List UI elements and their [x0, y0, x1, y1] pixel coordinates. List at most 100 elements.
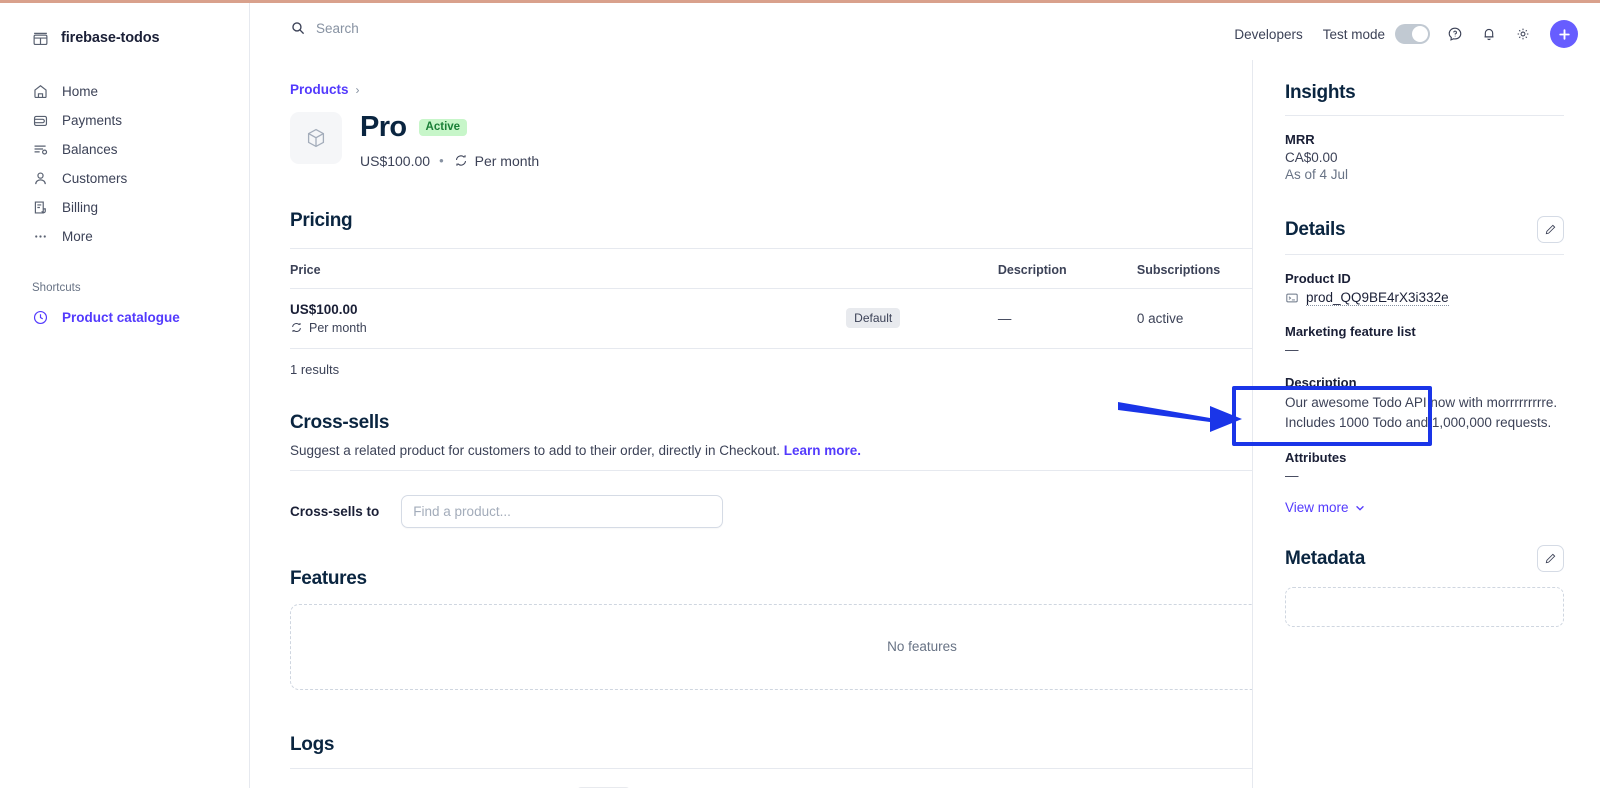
marketing-feature-list-label: Marketing feature list [1285, 324, 1564, 339]
attributes-value: — [1285, 468, 1564, 483]
row-price-amount: US$100.00 [290, 302, 846, 317]
edit-metadata-button[interactable] [1537, 545, 1564, 572]
insights-title: Insights [1285, 82, 1355, 104]
wallet-icon [32, 112, 49, 129]
col-price: Price [290, 249, 846, 289]
insights-divider [1285, 115, 1564, 116]
sidebar-item-label: Balances [62, 142, 118, 157]
product-id-value[interactable]: prod_QQ9BE4rX3i332e [1306, 290, 1449, 306]
sidebar-item-balances[interactable]: Balances [0, 135, 249, 164]
description-label: Description [1285, 375, 1564, 390]
sidebar-item-payments[interactable]: Payments [0, 106, 249, 135]
right-sidebar: Insights MRR CA$0.00 As of 4 Jul Details… [1252, 60, 1600, 788]
test-mode-toggle[interactable] [1395, 24, 1430, 44]
product-subtitle: US$100.00 • Per month [360, 153, 539, 169]
sidebar-item-label: Home [62, 84, 98, 99]
marketing-feature-list-value: — [1285, 342, 1564, 357]
metadata-header: Metadata [1285, 545, 1564, 572]
brand-name: firebase-todos [61, 30, 160, 46]
product-id-field[interactable]: Product ID prod_QQ9BE4rX3i332e [1285, 271, 1564, 306]
mrr-value: CA$0.00 [1285, 150, 1564, 165]
sidebar-item-label: Customers [62, 171, 127, 186]
breadcrumb-separator: › [356, 83, 360, 97]
marketing-feature-list-field: Marketing feature list — [1285, 324, 1564, 357]
mrr-label: MRR [1285, 132, 1564, 147]
store-icon [32, 30, 49, 47]
developers-link[interactable]: Developers [1220, 27, 1316, 42]
clock-icon [32, 309, 49, 326]
bell-icon[interactable] [1472, 17, 1506, 51]
details-header: Details [1285, 216, 1564, 243]
sidebar-item-label: Payments [62, 113, 122, 128]
default-badge: Default [846, 308, 900, 328]
mrr-block: MRR CA$0.00 As of 4 Jul [1285, 132, 1564, 182]
person-icon [32, 170, 49, 187]
col-badge [846, 249, 998, 289]
test-mode-control[interactable]: Test mode [1317, 24, 1438, 44]
sidebar-item-more[interactable]: More [0, 222, 249, 251]
shortcuts-heading: Shortcuts [0, 282, 249, 294]
pencil-icon [1544, 552, 1557, 565]
page-title: Pro [360, 112, 407, 144]
edit-details-button[interactable] [1537, 216, 1564, 243]
cell-default-badge: Default [846, 288, 998, 348]
sidebar-item-billing[interactable]: Billing [0, 193, 249, 222]
sidebar-shortcut-product-catalogue[interactable]: Product catalogue [0, 303, 249, 332]
attributes-field: Attributes — [1285, 450, 1564, 483]
header-actions: Developers Test mode [1220, 17, 1578, 51]
chevron-down-icon [1354, 502, 1366, 514]
sidebar-item-customers[interactable]: Customers [0, 164, 249, 193]
product-price: US$100.00 [360, 153, 430, 169]
home-icon [32, 83, 49, 100]
search-placeholder: Search [316, 21, 359, 36]
cross-sells-product-input[interactable] [401, 495, 723, 528]
cross-sells-description-text: Suggest a related product for customers … [290, 443, 780, 458]
view-more-button[interactable]: View more [1285, 500, 1564, 515]
recurring-icon [453, 153, 469, 168]
sidebar-nav: Home Payments Balances [0, 77, 249, 251]
pricing-title: Pricing [290, 210, 352, 232]
details-divider [1285, 254, 1564, 255]
product-thumbnail [290, 112, 342, 164]
status-badge: Active [419, 119, 468, 136]
insights-header: Insights [1285, 82, 1564, 104]
breadcrumb-products-link[interactable]: Products [290, 82, 349, 97]
cross-sells-field-label: Cross-sells to [290, 504, 379, 519]
balances-icon [32, 141, 49, 158]
sidebar-item-home[interactable]: Home [0, 77, 249, 106]
description-value: Our awesome Todo API now with morrrrrrrr… [1285, 393, 1564, 432]
product-interval-label: Per month [475, 153, 540, 169]
view-more-label: View more [1285, 500, 1349, 515]
mrr-asof: As of 4 Jul [1285, 167, 1564, 182]
features-empty-text: No features [887, 639, 957, 654]
create-plus-button[interactable] [1550, 20, 1578, 48]
cell-description: — [998, 288, 1137, 348]
description-field: Description Our awesome Todo API now wit… [1285, 375, 1564, 432]
row-interval-label: Per month [309, 321, 367, 335]
attributes-label: Attributes [1285, 450, 1564, 465]
metadata-title: Metadata [1285, 548, 1365, 570]
ellipsis-icon [32, 228, 49, 245]
details-title: Details [1285, 219, 1345, 241]
recurring-icon [290, 321, 303, 334]
billing-icon [32, 199, 49, 216]
cell-price: US$100.00 Per month [290, 288, 846, 348]
separator-dot: • [439, 153, 444, 168]
code-terminal-icon [1285, 291, 1299, 305]
gear-icon[interactable] [1506, 17, 1540, 51]
row-price-interval: Per month [290, 321, 846, 335]
sidebar-shortcut-label: Product catalogue [62, 310, 180, 325]
top-header: Search Developers Test mode [250, 3, 1600, 60]
pencil-icon [1544, 223, 1557, 236]
sidebar-item-label: Billing [62, 200, 98, 215]
product-interval: Per month [453, 153, 540, 169]
product-id-label: Product ID [1285, 271, 1564, 286]
learn-more-link[interactable]: Learn more. [784, 443, 861, 458]
search-icon [290, 20, 306, 36]
help-icon[interactable] [1438, 17, 1472, 51]
sidebar-item-label: More [62, 229, 93, 244]
brand-header[interactable]: firebase-todos [0, 3, 249, 55]
metadata-empty-box [1285, 587, 1564, 627]
col-description: Description [998, 249, 1137, 289]
search-input[interactable]: Search [290, 20, 359, 36]
